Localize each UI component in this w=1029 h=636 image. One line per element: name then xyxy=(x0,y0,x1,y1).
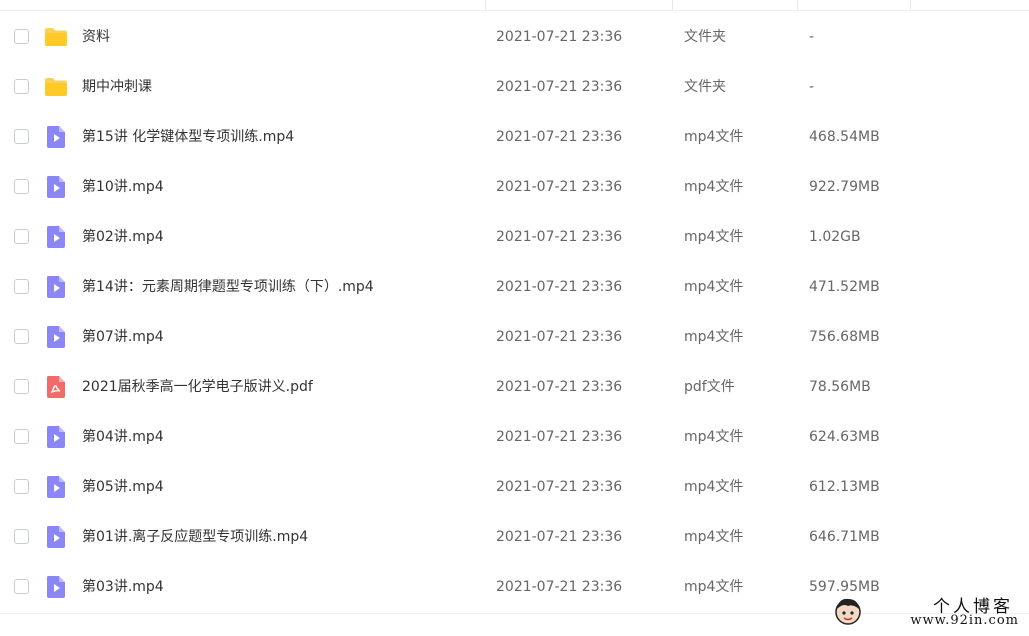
file-name[interactable]: 第15讲 化学键体型专项训练.mp4 xyxy=(82,112,294,162)
file-type: mp4文件 xyxy=(684,179,744,195)
file-list: 资料 2021-07-21 23:36 文件夹 - 期中冲刺课 2021-07-21 23… xyxy=(0,12,1029,612)
column-divider[interactable] xyxy=(672,0,673,10)
row-checkbox[interactable] xyxy=(14,379,29,394)
file-row[interactable]: 2021届秋季高一化学电子版讲义.pdf 2021-07-21 23:36 pdf文… xyxy=(0,362,1029,412)
file-row[interactable]: 期中冲刺课 2021-07-21 23:36 文件夹 - xyxy=(0,62,1029,112)
row-checkbox[interactable] xyxy=(14,429,29,444)
file-name[interactable]: 第01讲.离子反应题型专项训练.mp4 xyxy=(82,512,308,562)
modified-date: 2021-07-21 23:36 xyxy=(496,579,623,595)
video-file-icon xyxy=(47,126,65,148)
file-name[interactable]: 2021届秋季高一化学电子版讲义.pdf xyxy=(82,362,313,412)
watermark-url: www.92in.com xyxy=(910,613,1019,628)
folder-icon xyxy=(45,28,67,46)
file-type: pdf文件 xyxy=(684,379,735,395)
modified-date: 2021-07-21 23:36 xyxy=(496,179,623,195)
file-name[interactable]: 第05讲.mp4 xyxy=(82,462,164,512)
file-row[interactable]: 第14讲：元素周期律题型专项训练（下）.mp4 2021-07-21 23:36 m… xyxy=(0,262,1029,312)
file-type: mp4文件 xyxy=(684,429,744,445)
column-divider[interactable] xyxy=(910,0,911,10)
modified-date: 2021-07-21 23:36 xyxy=(496,479,623,495)
modified-date: 2021-07-21 23:36 xyxy=(496,379,623,395)
row-checkbox[interactable] xyxy=(14,529,29,544)
file-size: 756.68MB xyxy=(809,329,880,345)
column-divider[interactable] xyxy=(485,0,486,10)
file-type: mp4文件 xyxy=(684,329,744,345)
row-checkbox[interactable] xyxy=(14,29,29,44)
folder-icon xyxy=(45,78,67,96)
file-name[interactable]: 第02讲.mp4 xyxy=(82,212,164,262)
file-size: 612.13MB xyxy=(809,479,880,495)
modified-date: 2021-07-21 23:36 xyxy=(496,79,623,95)
video-file-icon xyxy=(47,576,65,598)
file-name[interactable]: 第07讲.mp4 xyxy=(82,312,164,362)
video-file-icon xyxy=(47,476,65,498)
file-size: 471.52MB xyxy=(809,279,880,295)
file-size: 646.71MB xyxy=(809,529,880,545)
file-name[interactable]: 第14讲：元素周期律题型专项训练（下）.mp4 xyxy=(82,262,374,312)
file-size: 624.63MB xyxy=(809,429,880,445)
file-row[interactable]: 第15讲 化学键体型专项训练.mp4 2021-07-21 23:36 mp4文件 4… xyxy=(0,112,1029,162)
file-type: mp4文件 xyxy=(684,529,744,545)
file-size: - xyxy=(809,29,815,45)
row-checkbox[interactable] xyxy=(14,179,29,194)
file-row[interactable]: 第02讲.mp4 2021-07-21 23:36 mp4文件 1.02GB xyxy=(0,212,1029,262)
row-checkbox[interactable] xyxy=(14,129,29,144)
column-divider[interactable] xyxy=(797,0,798,10)
row-checkbox[interactable] xyxy=(14,229,29,244)
watermark: 个人博客 www.92in.com xyxy=(833,592,1023,632)
file-row[interactable]: 第07讲.mp4 2021-07-21 23:36 mp4文件 756.68MB xyxy=(0,312,1029,362)
video-file-icon xyxy=(47,276,65,298)
file-type: mp4文件 xyxy=(684,279,744,295)
file-size: 78.56MB xyxy=(809,379,871,395)
file-type: 文件夹 xyxy=(684,79,726,95)
row-checkbox[interactable] xyxy=(14,579,29,594)
file-name[interactable]: 第04讲.mp4 xyxy=(82,412,164,462)
video-file-icon xyxy=(47,226,65,248)
file-type: mp4文件 xyxy=(684,229,744,245)
row-checkbox[interactable] xyxy=(14,329,29,344)
file-row[interactable]: 资料 2021-07-21 23:36 文件夹 - xyxy=(0,12,1029,62)
file-row[interactable]: 第10讲.mp4 2021-07-21 23:36 mp4文件 922.79MB xyxy=(0,162,1029,212)
modified-date: 2021-07-21 23:36 xyxy=(496,429,623,445)
modified-date: 2021-07-21 23:36 xyxy=(496,529,623,545)
file-row[interactable]: 第01讲.离子反应题型专项训练.mp4 2021-07-21 23:36 mp4文件… xyxy=(0,512,1029,562)
file-row[interactable]: 第05讲.mp4 2021-07-21 23:36 mp4文件 612.13MB xyxy=(0,462,1029,512)
file-size: 468.54MB xyxy=(809,129,880,145)
file-size: - xyxy=(809,79,815,95)
row-checkbox[interactable] xyxy=(14,79,29,94)
file-type: 文件夹 xyxy=(684,29,726,45)
row-checkbox[interactable] xyxy=(14,279,29,294)
file-name[interactable]: 第10讲.mp4 xyxy=(82,162,164,212)
video-file-icon xyxy=(47,176,65,198)
modified-date: 2021-07-21 23:36 xyxy=(496,279,623,295)
pdf-file-icon xyxy=(47,376,65,398)
file-name[interactable]: 第03讲.mp4 xyxy=(82,562,164,612)
row-checkbox[interactable] xyxy=(14,479,29,494)
video-file-icon xyxy=(47,426,65,448)
video-file-icon xyxy=(47,326,65,348)
modified-date: 2021-07-21 23:36 xyxy=(496,29,623,45)
video-file-icon xyxy=(47,526,65,548)
file-size: 1.02GB xyxy=(809,229,861,245)
file-name[interactable]: 期中冲刺课 xyxy=(82,62,152,112)
modified-date: 2021-07-21 23:36 xyxy=(496,129,623,145)
modified-date: 2021-07-21 23:36 xyxy=(496,329,623,345)
file-type: mp4文件 xyxy=(684,129,744,145)
file-row[interactable]: 第04讲.mp4 2021-07-21 23:36 mp4文件 624.63MB xyxy=(0,412,1029,462)
file-type: mp4文件 xyxy=(684,579,744,595)
file-size: 922.79MB xyxy=(809,179,880,195)
list-header xyxy=(0,0,1029,11)
cartoon-face-icon xyxy=(835,598,861,625)
file-type: mp4文件 xyxy=(684,479,744,495)
modified-date: 2021-07-21 23:36 xyxy=(496,229,623,245)
file-name[interactable]: 资料 xyxy=(82,12,110,62)
